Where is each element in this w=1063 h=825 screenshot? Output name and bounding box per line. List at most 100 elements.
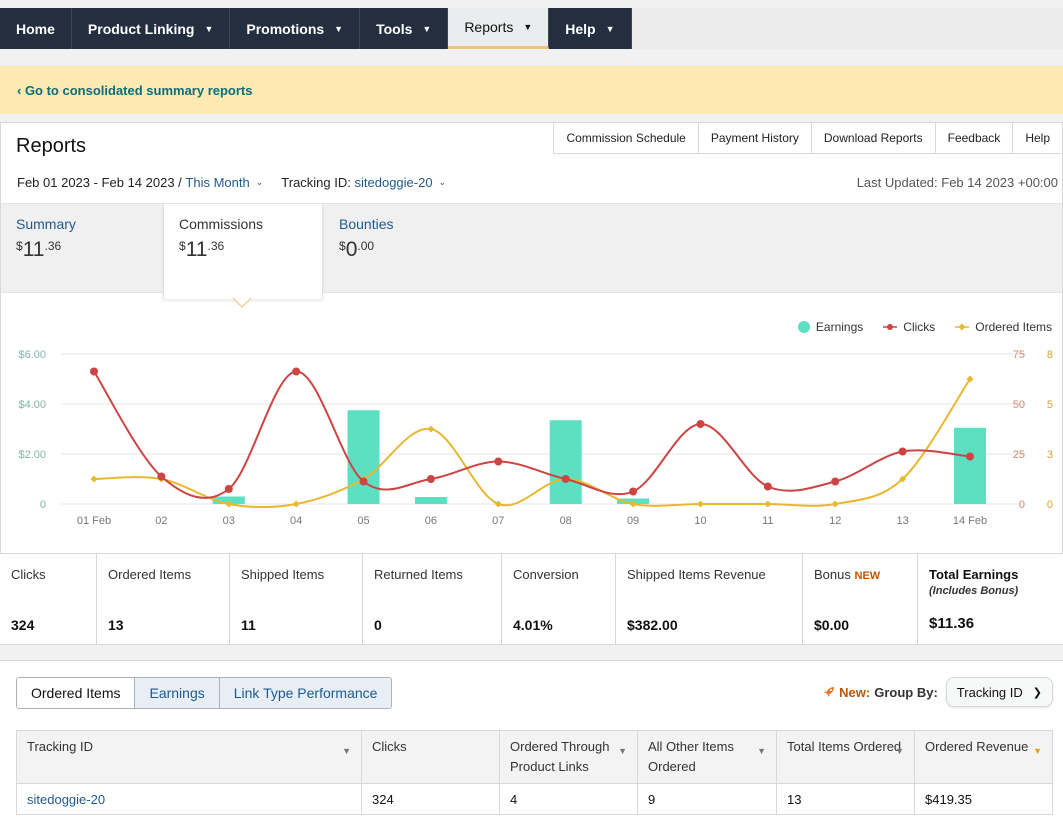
group-by-control: New: Group By: Tracking ID ❯ (822, 677, 1053, 707)
col-ordered-revenue[interactable]: Ordered Revenue ▼ (914, 730, 1053, 784)
stat-label: Returned Items (374, 567, 463, 582)
tab-bounties-label: Bounties (339, 216, 394, 232)
x-tick-label: 10 (694, 515, 706, 527)
feedback-link[interactable]: Feedback (934, 123, 1014, 154)
tab-link-type-performance[interactable]: Link Type Performance (218, 678, 392, 708)
tab-ordered-items[interactable]: Ordered Items (17, 678, 135, 708)
stat-label: Shipped Items Revenue (627, 567, 766, 582)
ordered-items-point (90, 475, 98, 483)
stat-label: Shipped Items (241, 567, 325, 582)
ordered-items-point (292, 500, 300, 508)
earnings-bar (549, 420, 582, 504)
group-by-value: Tracking ID (956, 684, 1023, 700)
cell-clicks: 324 (361, 783, 500, 815)
page-title: Reports (16, 135, 87, 157)
clicks-point (90, 367, 98, 376)
tab-commissions-label: Commissions (179, 216, 264, 232)
clicks-point (494, 457, 503, 466)
x-tick-label: 08 (560, 515, 572, 527)
caret-down-icon: ▼ (422, 23, 432, 34)
stat-value: $0.00 (814, 617, 850, 633)
col-total-items[interactable]: Total Items Ordered ▼ (776, 730, 915, 784)
stat-shipped-items: Shipped Items 11 (230, 554, 363, 644)
sort-icon[interactable]: ▼ (342, 741, 351, 761)
group-by-label: Group By: (874, 684, 938, 700)
sort-active-icon[interactable]: ▼ (1033, 741, 1042, 761)
tab-summary-label: Summary (16, 216, 76, 232)
help-link[interactable]: Help (1012, 123, 1063, 154)
table-row: sitedoggie-20 324 4 9 13 $419.35 (16, 783, 1053, 815)
ordered-items-line-icon (955, 323, 970, 331)
stats-row: Clicks 324 Ordered Items 13 Shipped Item… (0, 553, 1063, 645)
download-reports-link[interactable]: Download Reports (810, 123, 936, 154)
chart-legend: Earnings Clicks Ordered Items (797, 320, 1052, 334)
y3-tick-label: 3 (1047, 449, 1053, 461)
top-navigation: Home Product Linking ▼ Promotions ▼ Tools ▼… (0, 8, 1063, 49)
consolidated-reports-banner: ‹ Go to consolidated summary reports (0, 66, 1063, 114)
y2-tick-label: 0 (1019, 499, 1025, 511)
cell-all-other-items: 9 (637, 783, 777, 815)
nav-product-linking-label: Product Linking (87, 20, 195, 37)
legend-ordered-items[interactable]: Ordered Items (955, 320, 1052, 334)
col-ordered-through-links[interactable]: Ordered Through Product Links ▼ (499, 730, 638, 784)
stat-label: Total Earnings (929, 567, 1019, 582)
col-all-other-items[interactable]: All Other Items Ordered ▼ (637, 730, 777, 784)
x-tick-label: 12 (829, 515, 841, 527)
x-tick-label: 04 (290, 515, 302, 527)
nav-spacer (631, 8, 1063, 49)
sort-icon[interactable]: ▼ (618, 741, 627, 761)
clicks-line-icon (883, 324, 898, 330)
period-selector[interactable]: This Month (185, 175, 249, 190)
y-tick-label: 0 (40, 499, 46, 511)
report-table-section: Ordered Items Earnings Link Type Perform… (0, 660, 1063, 825)
tab-commissions[interactable]: Commissions $11.36 (163, 204, 323, 299)
y3-tick-label: 5 (1047, 399, 1053, 411)
sort-icon[interactable]: ▼ (757, 741, 766, 761)
date-range: Feb 01 2023 - Feb 14 2023 / (17, 175, 182, 190)
legend-clicks[interactable]: Clicks (883, 320, 935, 334)
chevron-down-icon[interactable]: ⌄ (439, 177, 447, 188)
bounties-amount: $0.00 (339, 238, 375, 261)
consolidated-summary-link[interactable]: ‹ Go to consolidated summary reports (17, 83, 253, 98)
tab-earnings[interactable]: Earnings (134, 678, 219, 708)
legend-ordered-label: Ordered Items (975, 320, 1052, 334)
payment-history-link[interactable]: Payment History (697, 123, 812, 154)
x-tick-label: 07 (492, 515, 504, 527)
clicks-point (629, 487, 638, 496)
group-by-select[interactable]: Tracking ID ❯ (945, 677, 1053, 707)
nav-reports[interactable]: Reports ▼ (448, 8, 550, 49)
earnings-chart: $6.00 75 8$4.00 50 5$2.00 25 30 0 001 Feb 02 03 04 0… (18, 349, 1053, 527)
col-clicks[interactable]: Clicks (361, 730, 500, 784)
chevron-down-icon[interactable]: ⌄ (256, 177, 264, 188)
x-tick-label: 09 (627, 515, 639, 527)
nav-help[interactable]: Help ▼ (549, 8, 632, 49)
tab-summary[interactable]: Summary $11.36 (1, 204, 163, 294)
stat-sublabel: (Includes Bonus) (929, 585, 1019, 597)
nav-help-label: Help (565, 20, 596, 37)
tracking-id-selector[interactable]: sitedoggie-20 (355, 175, 433, 190)
y-tick-label: $6.00 (18, 349, 46, 361)
x-tick-label: 03 (223, 515, 235, 527)
sort-icon[interactable]: ▼ (895, 741, 904, 761)
tracking-id-label: Tracking ID: (281, 175, 351, 190)
report-type-tabs: Ordered Items Earnings Link Type Perform… (16, 677, 393, 709)
stat-conversion: Conversion 4.01% (502, 554, 616, 644)
clicks-point (157, 472, 166, 481)
stat-total-earnings: Total Earnings (Includes Bonus) $11.36 (918, 554, 1063, 644)
commission-schedule-link[interactable]: Commission Schedule (553, 123, 699, 154)
stat-value: $11.36 (929, 615, 975, 632)
y3-tick-label: 0 (1047, 499, 1053, 511)
nav-product-linking[interactable]: Product Linking ▼ (71, 8, 231, 49)
last-updated: Last Updated: Feb 14 2023 +00:00 (856, 175, 1058, 190)
nav-tools[interactable]: Tools ▼ (360, 8, 449, 49)
col-tracking-id[interactable]: Tracking ID ▼ (16, 730, 362, 784)
tracking-id-link[interactable]: sitedoggie-20 (27, 792, 105, 807)
x-tick-label: 02 (155, 515, 167, 527)
nav-home[interactable]: Home (0, 8, 72, 49)
stat-label: Clicks (11, 567, 46, 582)
nav-promotions[interactable]: Promotions ▼ (230, 8, 361, 49)
legend-earnings[interactable]: Earnings (797, 320, 863, 334)
summary-tabs: Summary $11.36 Commissions $11.36 Bounti… (1, 203, 1062, 299)
tab-bounties[interactable]: Bounties $0.00 (324, 204, 484, 294)
clicks-point (898, 447, 907, 456)
